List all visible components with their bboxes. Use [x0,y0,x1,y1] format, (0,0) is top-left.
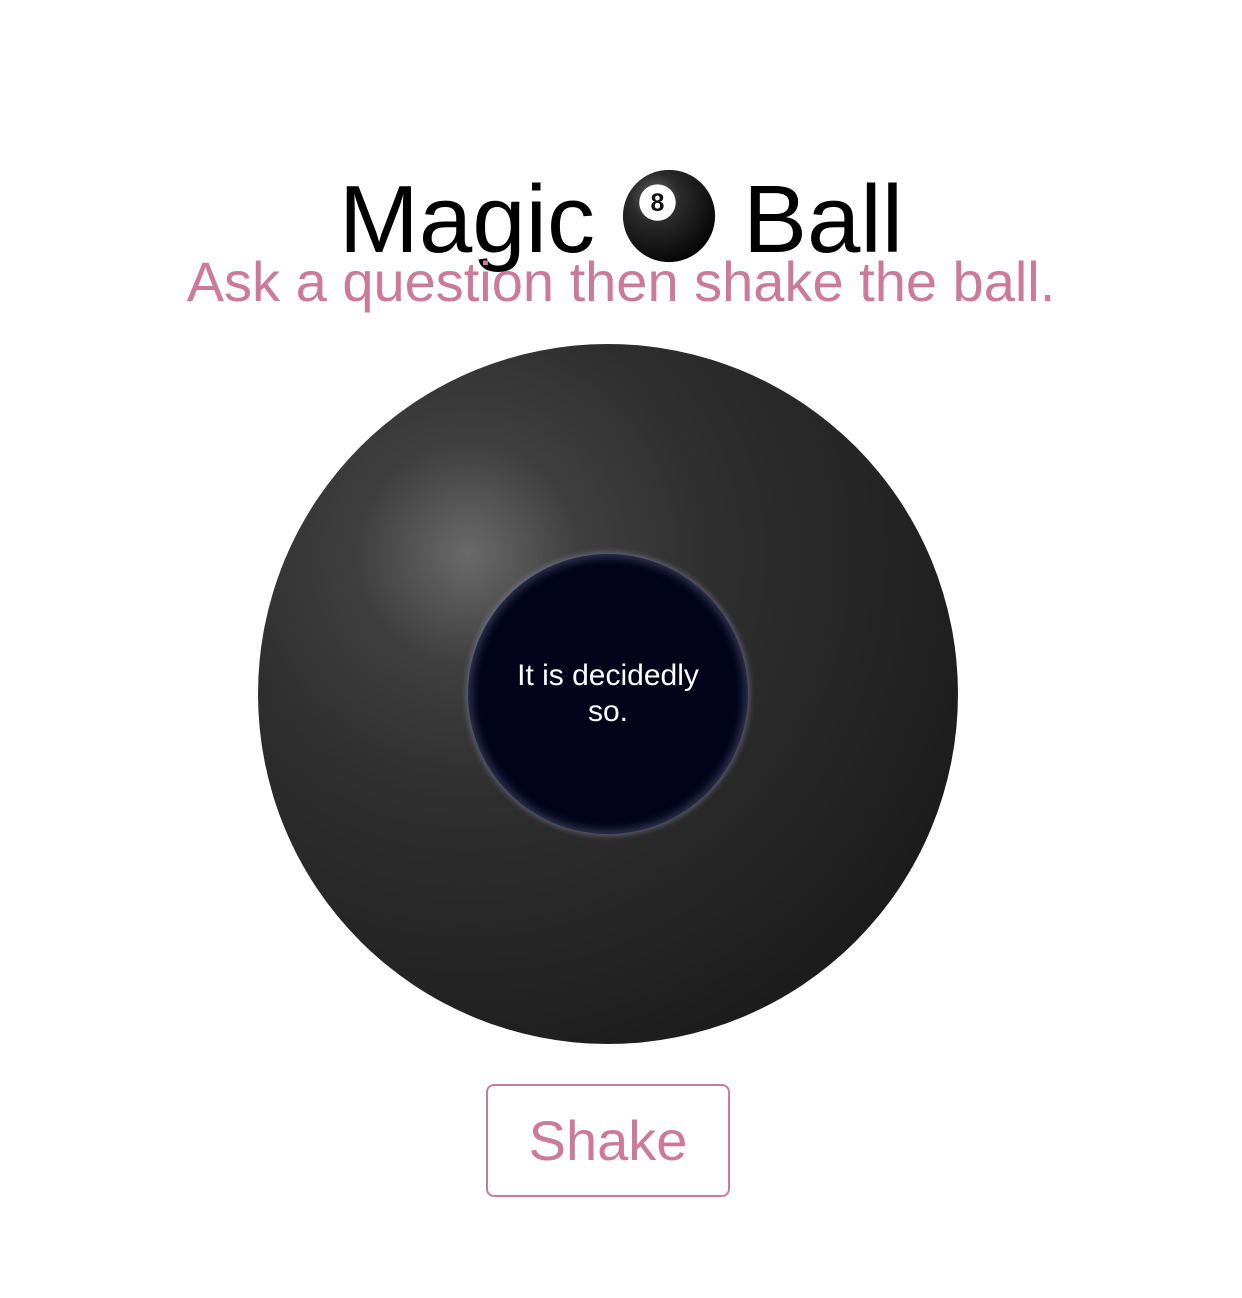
answer-text: It is decidedly so. [517,659,699,728]
svg-text:8: 8 [651,190,665,218]
magic-8-ball: It is decidedly so. [258,344,958,1044]
answer-window: It is decidedly so. [468,554,748,834]
shake-button[interactable]: Shake [486,1084,730,1197]
instructions-subtitle: Ask a question then shake the ball. [186,250,1056,313]
